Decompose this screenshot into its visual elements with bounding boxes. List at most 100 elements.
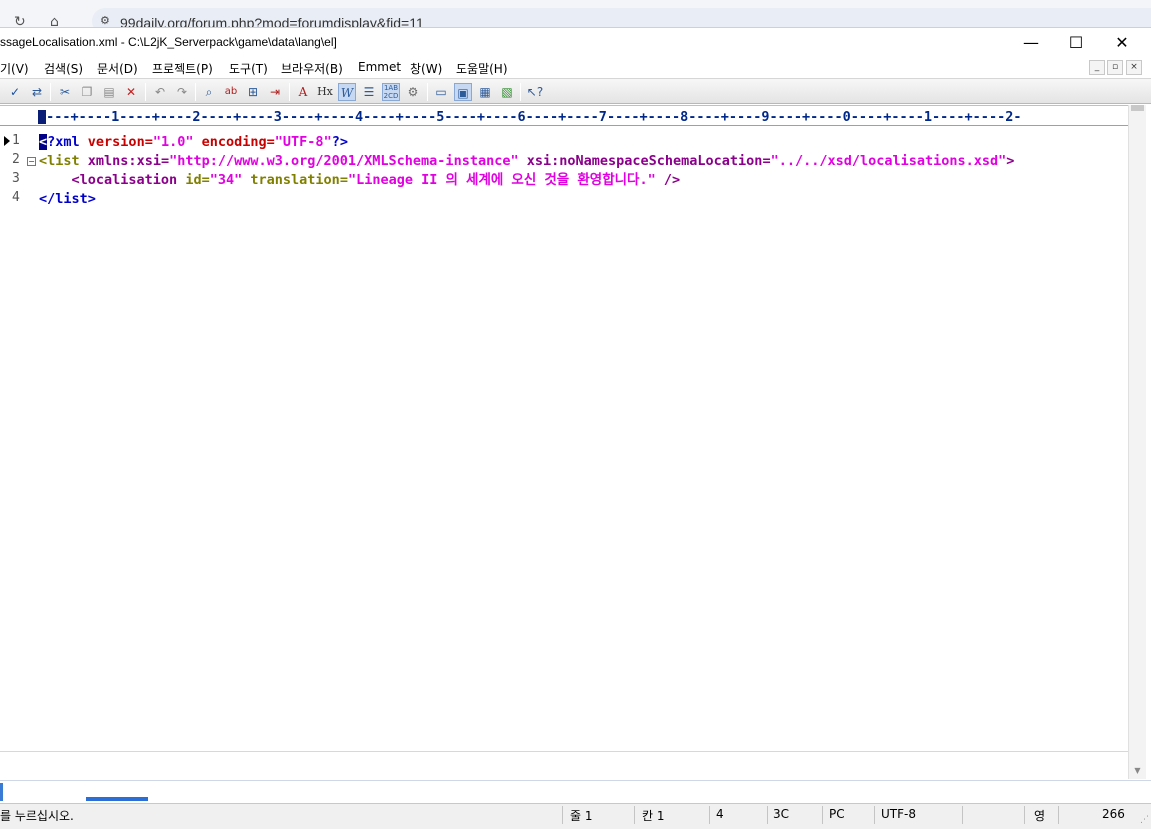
code-token: "../../xsd/localisations.xsd" (770, 153, 1007, 169)
code-token: localisation (79, 172, 178, 188)
menu-document[interactable]: 문서(D) (97, 60, 138, 77)
line-number: 2 (12, 152, 20, 167)
redo-icon[interactable]: ↷ (173, 83, 191, 101)
toolbar-separator (145, 83, 146, 101)
editor-window: ssageLocalisation.xml - C:\L2jK_Serverpa… (0, 27, 1151, 829)
current-line-marker-icon (4, 136, 10, 146)
goto-icon[interactable]: ⇥ (266, 83, 284, 101)
status-platform: PC (829, 807, 845, 821)
site-info-icon[interactable]: ⚙ (100, 14, 110, 27)
status-ime: 영 (1034, 809, 1046, 823)
menu-emmet[interactable]: Emmet (358, 60, 401, 74)
menu-window[interactable]: 창(W) (410, 60, 442, 77)
cut-icon[interactable]: ✂ (56, 83, 74, 101)
spellcheck-icon[interactable]: ✓ (6, 83, 24, 101)
code-token: = (144, 134, 153, 150)
code-token: > (1006, 153, 1015, 169)
scroll-down-icon[interactable]: ▼ (1129, 766, 1146, 778)
indent-icon[interactable]: ☰ (360, 83, 378, 101)
menu-browser[interactable]: 브라우저(B) (281, 60, 343, 77)
resize-grip-icon[interactable]: ⋰ (1140, 815, 1149, 825)
find-in-files-icon[interactable]: ⊞ (244, 83, 262, 101)
status-separator (822, 806, 823, 824)
copy-icon[interactable]: ❐ (78, 83, 96, 101)
fold-toggle-icon[interactable]: − (27, 157, 36, 166)
code-token: < (71, 172, 80, 188)
column-ruler: ----+----1----+----2----+----3----+----4… (38, 109, 1022, 125)
font-icon[interactable]: A (294, 83, 312, 101)
code-token: "UTF-8" (274, 134, 332, 150)
status-line: 줄 1 (570, 809, 593, 823)
view3-icon[interactable]: ▦ (476, 83, 494, 101)
taskbar-active-indicator (86, 797, 148, 801)
vertical-scrollbar[interactable]: ▼ (1128, 105, 1146, 779)
toolbar-separator (427, 83, 428, 101)
find-icon[interactable]: ⌕ (200, 83, 218, 101)
wrap-icon[interactable]: W (338, 83, 356, 101)
menu-search[interactable]: 검색(S) (44, 60, 83, 77)
status-separator (962, 806, 963, 824)
code-token: ?> (331, 134, 348, 150)
code-token: "34" (209, 172, 243, 188)
code-token: = (160, 153, 170, 169)
mdi-close-button[interactable]: × (1126, 60, 1142, 75)
maximize-button[interactable]: ☐ (1053, 30, 1099, 56)
code-token: xmlns:xsi (87, 153, 161, 169)
status-separator (634, 806, 635, 824)
toggle-icon[interactable]: ⇄ (28, 83, 46, 101)
status-file-size: 266 (1102, 807, 1125, 821)
title-bar: ssageLocalisation.xml - C:\L2jK_Serverpa… (0, 28, 1151, 56)
minimize-button[interactable]: — (1008, 30, 1054, 56)
code-line-4: </list> (39, 190, 96, 209)
code-line-2: <list xmlns:xsi="http://www.w3.org/2001/… (39, 152, 1014, 171)
command-line[interactable] (0, 780, 1151, 802)
toolbar-separator (195, 83, 196, 101)
code-token: /> (655, 172, 681, 188)
menu-bar: 기(V) 검색(S) 문서(D) 프로젝트(P) 도구(T) 브라우저(B) E… (0, 56, 1151, 78)
scrollbar-thumb[interactable] (1131, 105, 1144, 111)
sort-icon[interactable]: 1AB 2CD (382, 83, 400, 101)
status-message: 를 누르십시오. (0, 809, 74, 823)
code-token: > (87, 191, 96, 207)
view1-icon[interactable]: ▭ (432, 83, 450, 101)
code-token: = (762, 153, 771, 169)
paste-icon[interactable]: ▤ (100, 83, 118, 101)
ruler-divider (0, 125, 1128, 126)
settings-icon[interactable]: ⚙ (404, 83, 422, 101)
status-char-code: 3C (773, 807, 790, 821)
code-token: "http://www.w3.org/2001/XMLSchema-instan… (169, 153, 519, 169)
menu-tools[interactable]: 도구(T) (229, 60, 268, 77)
menu-view[interactable]: 기(V) (0, 60, 29, 77)
heading-icon[interactable]: Hx (316, 83, 334, 101)
menu-help[interactable]: 도움말(H) (456, 60, 508, 77)
ruler-cursor-marker (38, 110, 46, 124)
code-token: = (201, 172, 210, 188)
view4-icon[interactable]: ▧ (498, 83, 516, 101)
status-bar: 를 누르십시오. 줄 1 칸 1 4 3C PC UTF-8 영 266 ⋰ (0, 803, 1151, 829)
replace-icon[interactable]: ab (222, 83, 240, 101)
undo-icon[interactable]: ↶ (151, 83, 169, 101)
status-separator (874, 806, 875, 824)
status-column: 칸 1 (642, 809, 665, 823)
menu-project[interactable]: 프로젝트(P) (152, 60, 213, 77)
toolbar-separator (50, 83, 51, 101)
close-button[interactable]: ✕ (1099, 30, 1145, 56)
code-token: version (87, 134, 145, 150)
status-encoding[interactable]: UTF-8 (881, 807, 916, 821)
editor-pane[interactable]: ----+----1----+----2----+----3----+----4… (0, 105, 1128, 750)
line-number: 3 (12, 171, 20, 186)
mdi-minimize-button[interactable]: _ (1089, 60, 1105, 75)
mdi-restore-button[interactable]: ▫ (1107, 60, 1123, 75)
code-line-3: <localisation id="34" translation="Linea… (39, 171, 681, 190)
context-help-icon[interactable]: ↖? (526, 83, 544, 101)
delete-icon[interactable]: ✕ (122, 83, 140, 101)
code-token: list (55, 191, 88, 207)
code-token: "1.0" (152, 134, 194, 150)
toolbar: ✓ ⇄ ✂ ❐ ▤ ✕ ↶ ↷ ⌕ ab ⊞ ⇥ A Hx W ☰ 1AB 2C… (0, 78, 1151, 104)
line-number: 4 (12, 190, 20, 205)
status-line-count: 4 (716, 807, 724, 821)
view2-icon[interactable]: ▣ (454, 83, 472, 101)
code-token: list (47, 153, 80, 169)
